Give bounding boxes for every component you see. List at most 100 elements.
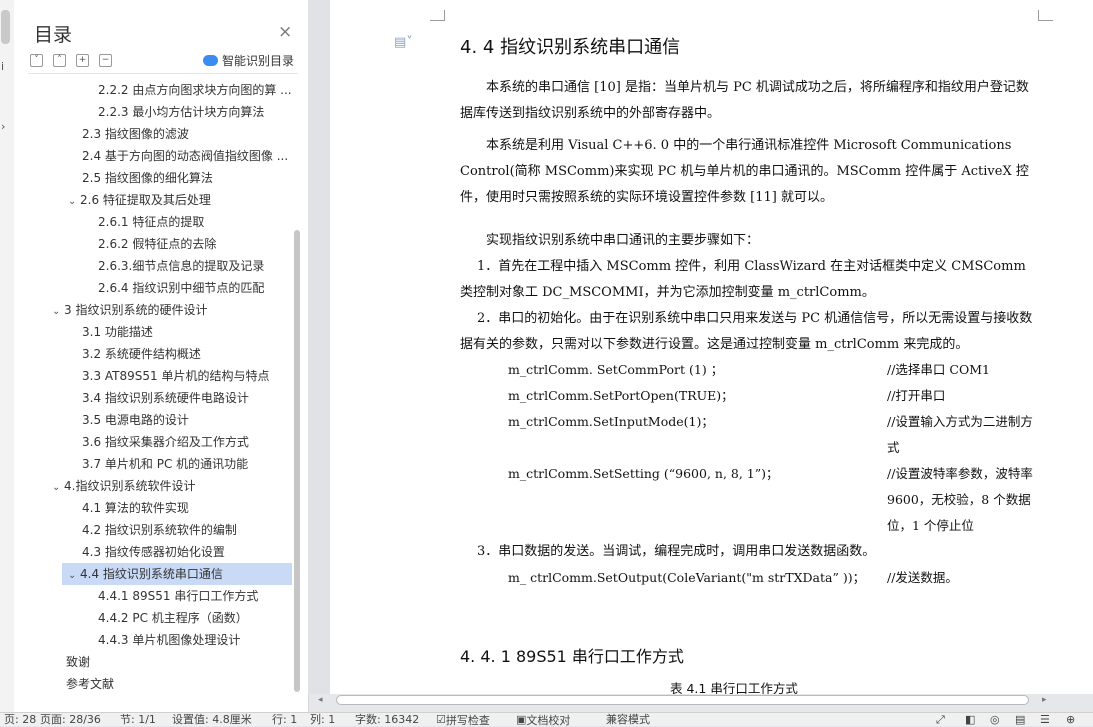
- chevron-down-icon[interactable]: ⌄: [68, 191, 80, 211]
- toc-item-label: 2.4 基于方向图的动态阀值指纹图像 ...: [82, 149, 289, 163]
- toc-item[interactable]: 2.6.4 指纹识别中细节点的匹配: [28, 277, 292, 299]
- toc-item-label: 3.4 指纹识别系统硬件电路设计: [82, 391, 249, 405]
- code-comment: //设置输入方式为二进制方式: [887, 414, 1033, 455]
- toc-scrollbar[interactable]: [294, 230, 300, 692]
- spell-check-button[interactable]: ☑ 拼写检查: [436, 714, 490, 727]
- toc-item[interactable]: 3.3 AT89S51 单片机的结构与特点: [28, 365, 292, 387]
- toc-item-label: 3.7 单片机和 PC 机的通讯功能: [82, 457, 249, 471]
- table-caption: 表 4.1 串行口工作方式: [670, 681, 798, 694]
- toc-item[interactable]: 3.5 电源电路的设计: [28, 409, 292, 431]
- status-section: 节: 1/1: [120, 713, 156, 726]
- document-icon[interactable]: ▤˅: [394, 35, 413, 50]
- status-page-count[interactable]: 页面: 28/36: [40, 714, 101, 726]
- paragraph-2: 本系统是利用 Visual C++6. 0 中的一个串行通讯标准控件 Micro…: [460, 138, 1029, 205]
- paragraph-step-2: 2．串口的初始化。由于在识别系统中串口只用来发送与 PC 机通信信号，所以无需设…: [460, 311, 1033, 352]
- toc-item-label: 2.5 指纹图像的细化算法: [82, 171, 213, 185]
- paragraph-step-1: 1．首先在工程中插入 MSComm 控件，利用 ClassWizard 在主对话…: [460, 259, 1026, 300]
- spell-check-label: 拼写检查: [445, 714, 490, 727]
- status-col: 列: 1: [310, 713, 336, 726]
- toc-item-label: 2.6.3.细节点信息的提取及记录: [98, 259, 265, 273]
- horizontal-scrollbar[interactable]: ◂ ▸: [318, 694, 1093, 706]
- paragraph-step-3: 3．串口数据的发送。当调试，编程完成时，调用串口发送数据函数。: [477, 544, 876, 559]
- toc-panel: 目录 × ˅ ˄ + − 智能识别目录 2.2.2 由点方向图求块方向图的算 .…: [14, 0, 309, 712]
- smart-toc-label: 智能识别目录: [222, 54, 295, 68]
- close-icon[interactable]: ×: [278, 22, 292, 42]
- expand-all-icon[interactable]: ˅: [30, 54, 43, 67]
- toc-item[interactable]: 3.2 系统硬件结构概述: [28, 343, 292, 365]
- horizontal-scroll-thumb[interactable]: [336, 695, 1029, 705]
- toc-item-label: 2.2.2 由点方向图求块方向图的算 ...: [98, 83, 292, 97]
- toc-toolbar: ˅ ˄ + −: [30, 54, 112, 67]
- code-comment: //发送数据。: [887, 570, 958, 585]
- toc-item-label: 2.6.4 指纹识别中细节点的匹配: [98, 281, 265, 295]
- paragraph-3: 实现指纹识别系统中串口通讯的主要步骤如下：: [486, 233, 760, 248]
- toc-item[interactable]: 3.4 指纹识别系统硬件电路设计: [28, 387, 292, 409]
- toc-item[interactable]: ⌄ 2.6 特征提取及其后处理: [28, 189, 292, 211]
- toc-item-label: 3.1 功能描述: [82, 325, 153, 339]
- toc-item[interactable]: 2.2.2 由点方向图求块方向图的算 ...: [28, 79, 292, 101]
- subsection-heading: 4. 4. 1 89S51 串行口工作方式: [460, 647, 684, 666]
- page-view-icon[interactable]: ▤: [1015, 714, 1025, 726]
- toc-item[interactable]: 4.2 指纹识别系统软件的编制: [28, 519, 292, 541]
- eye-icon[interactable]: ◎: [990, 714, 1000, 726]
- toc-item-label: 3 指纹识别系统的硬件设计: [64, 303, 208, 317]
- toc-item[interactable]: 4.4.3 单片机图像处理设计: [28, 629, 292, 651]
- toc-item[interactable]: 3.7 单片机和 PC 机的通讯功能: [28, 453, 292, 475]
- toc-item[interactable]: 3.1 功能描述: [28, 321, 292, 343]
- compat-mode-label: 兼容模式: [606, 713, 650, 726]
- remove-heading-icon[interactable]: −: [99, 54, 112, 67]
- smart-toc-button[interactable]: 智能识别目录: [203, 52, 294, 69]
- toc-item[interactable]: ⌄ 4.4 指纹识别系统串口通信: [62, 563, 292, 585]
- proofread-button[interactable]: ▣ 文档校对: [516, 714, 570, 727]
- code-line: m_ctrlComm.SetInputMode(1)；: [508, 414, 714, 429]
- toc-item-label: 3.5 电源电路的设计: [82, 413, 189, 427]
- web-view-icon[interactable]: ⊕: [1066, 714, 1075, 726]
- toc-item[interactable]: 参考文献: [28, 673, 292, 695]
- toc-item[interactable]: 致谢: [28, 651, 292, 673]
- code-line: m_ctrlComm.SetPortOpen(TRUE)；: [508, 388, 734, 403]
- toc-item[interactable]: 2.6.2 假特征点的去除: [28, 233, 292, 255]
- toc-item[interactable]: ⌄ 3 指纹识别系统的硬件设计: [28, 299, 292, 321]
- toc-item[interactable]: 2.3 指纹图像的滤波: [28, 123, 292, 145]
- toc-item-label: 4.1 算法的软件实现: [82, 501, 189, 515]
- toc-item-label: 4.4.2 PC 机主程序（函数）: [98, 611, 248, 625]
- toc-item-label: 参考文献: [66, 677, 115, 691]
- toc-title: 目录: [34, 24, 73, 46]
- page-gutter: [308, 0, 330, 694]
- collapse-all-icon[interactable]: ˄: [53, 54, 66, 67]
- focus-icon[interactable]: ◧: [965, 714, 975, 726]
- chevron-down-icon[interactable]: ⌄: [52, 477, 64, 497]
- status-word-count[interactable]: 字数: 16342: [355, 714, 419, 726]
- scroll-right-icon[interactable]: ▸: [1042, 694, 1047, 706]
- chevron-down-icon[interactable]: ⌄: [68, 565, 80, 585]
- toc-item[interactable]: 3.6 指纹采集器介绍及工作方式: [28, 431, 292, 453]
- status-bar: 页: 28 页面: 28/36 节: 1/1 设置值: 4.8厘米 行: 1 列…: [0, 712, 1093, 727]
- toc-item[interactable]: 4.4.1 89S51 串行口工作方式: [28, 585, 292, 607]
- strip-scroll-knob[interactable]: [1, 10, 10, 44]
- toc-item[interactable]: 2.4 基于方向图的动态阀值指纹图像 ...: [28, 145, 292, 167]
- toc-item-label: 4.4.1 89S51 串行口工作方式: [98, 589, 259, 603]
- section-heading: 4. 4 指纹识别系统串口通信: [460, 37, 681, 58]
- left-edge-strip: i ›: [0, 0, 15, 712]
- document-page[interactable]: ▤˅ 4. 4 指纹识别系统串口通信 本系统的串口通信 [10] 是指：当单片机…: [330, 0, 1093, 694]
- fullscreen-icon[interactable]: ⤢: [936, 714, 945, 726]
- chevron-down-icon[interactable]: ⌄: [52, 301, 64, 321]
- toc-item-label: 2.6.1 特征点的提取: [98, 215, 205, 229]
- toc-item[interactable]: 4.3 指纹传感器初始化设置: [28, 541, 292, 563]
- strip-icon-2[interactable]: ›: [1, 120, 5, 133]
- strip-icon[interactable]: i: [1, 60, 4, 73]
- toc-item[interactable]: 4.1 算法的软件实现: [28, 497, 292, 519]
- page-corner-mark: [1038, 10, 1053, 21]
- toc-item[interactable]: 2.2.3 最小均方估计块方向算法: [28, 101, 292, 123]
- code-line: m_ctrlComm.SetSetting (“9600, n, 8, 1”)；: [508, 466, 779, 481]
- toc-item[interactable]: ⌄ 4.指纹识别系统软件设计: [28, 475, 292, 497]
- status-page[interactable]: 页: 28: [4, 714, 36, 726]
- add-heading-icon[interactable]: +: [76, 54, 89, 67]
- toc-item-label: 4.4.3 单片机图像处理设计: [98, 633, 241, 647]
- toc-item[interactable]: 2.5 指纹图像的细化算法: [28, 167, 292, 189]
- scroll-left-icon[interactable]: ◂: [318, 694, 323, 706]
- toc-item[interactable]: 2.6.1 特征点的提取: [28, 211, 292, 233]
- toc-item[interactable]: 2.6.3.细节点信息的提取及记录: [28, 255, 292, 277]
- outline-view-icon[interactable]: ☰: [1040, 714, 1050, 726]
- toc-item[interactable]: 4.4.2 PC 机主程序（函数）: [28, 607, 292, 629]
